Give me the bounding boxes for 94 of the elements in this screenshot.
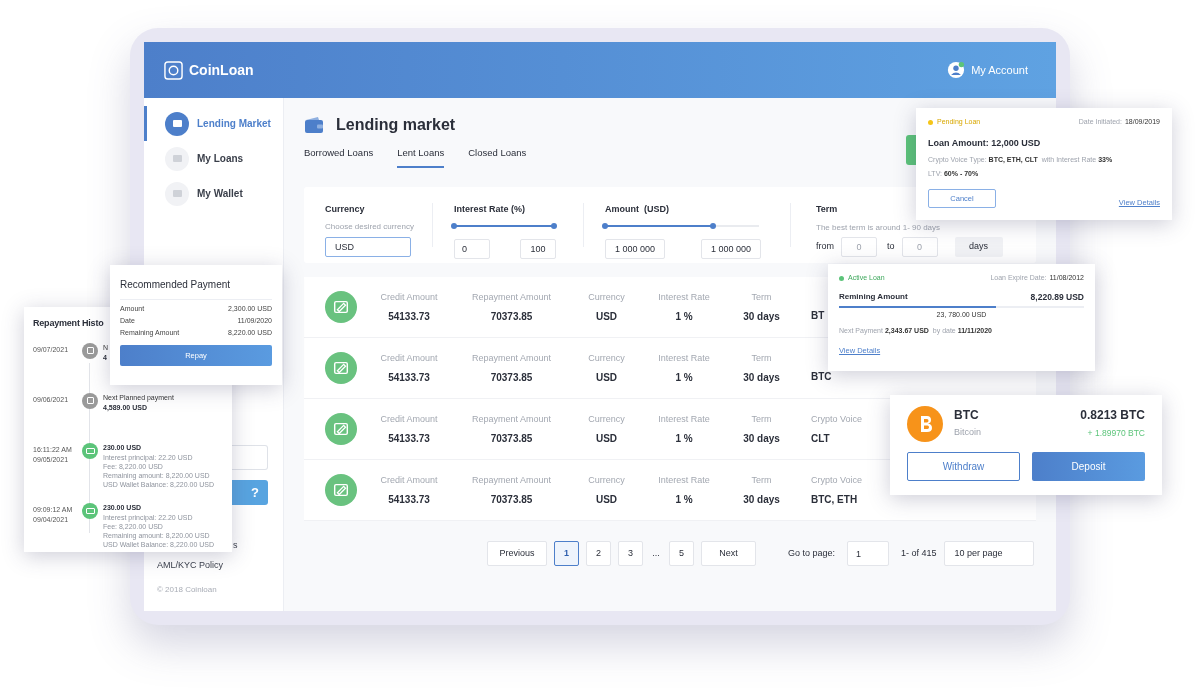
remaining-label: Remining Amount	[839, 290, 908, 303]
cell-value: 30 days	[743, 371, 780, 385]
card-title: Recommended Payment	[120, 277, 272, 300]
cell-value: 1 %	[675, 310, 693, 324]
cell-value: 1 %	[675, 432, 693, 446]
min-field[interactable]: 0	[454, 238, 490, 259]
cell-label: Term	[751, 351, 772, 365]
cell-label: Term	[751, 290, 772, 304]
from-field[interactable]: 0	[841, 236, 877, 257]
max-field[interactable]: 1 000 000	[701, 238, 761, 259]
to-field[interactable]: 0	[901, 236, 938, 257]
filter-label: Amount (USD)	[605, 203, 670, 217]
to-label: to	[887, 240, 895, 253]
cell-value: 1 %	[675, 371, 693, 385]
per-page-select[interactable]: 10 per page	[943, 541, 1034, 567]
cell-value: USD	[595, 371, 618, 385]
sidebar-link[interactable]: AML/KYC Policy	[157, 558, 224, 572]
unit-select[interactable]: days	[954, 236, 1003, 257]
cell-value: 54133.73	[388, 310, 430, 324]
cell-value: USD	[595, 493, 618, 507]
cell-label: Repayment Amount	[471, 351, 551, 365]
cell-label: Crypto Voice	[811, 412, 863, 426]
tab[interactable]: Lent Loans	[397, 146, 445, 169]
cell-label: Repayment Amount	[471, 412, 551, 426]
cell-label: Interest Rate	[658, 351, 710, 365]
cell-label: Crypto Voice	[811, 473, 863, 487]
cell-value: USD	[595, 310, 618, 324]
cell-label: Interest Rate	[658, 290, 710, 304]
max-field[interactable]: 100	[520, 238, 556, 259]
sidebar-item[interactable]: Lending Market	[144, 106, 283, 141]
cell-value: 54133.73	[388, 432, 430, 446]
sidebar-link[interactable]: s	[233, 539, 238, 553]
remaining-value: 8,220.89 USD	[1030, 290, 1084, 304]
cell-label: Repayment Amount	[471, 290, 551, 304]
page-button[interactable]: 2	[586, 541, 611, 567]
cell-value: 70373.85	[490, 432, 533, 446]
coin-name: Bitcoin	[954, 426, 981, 439]
logo-text: CoinLoan	[189, 60, 254, 80]
sidebar-item[interactable]: My Wallet	[144, 176, 283, 211]
coin-symbol: BTC	[954, 407, 980, 424]
min-field[interactable]: 1 000 000	[605, 238, 665, 259]
cell-value: CLT	[811, 432, 830, 446]
range-text: 1- of 415	[901, 547, 937, 560]
cell-value: BTC, ETH	[811, 493, 858, 507]
cell-value: 70373.85	[490, 310, 533, 324]
page-button[interactable]: 1	[554, 541, 579, 567]
cell-label: Credit Amount	[380, 412, 438, 426]
cell-label: Currency	[588, 351, 625, 365]
cell-label: Interest Rate	[658, 412, 710, 426]
cell-label: Currency	[588, 412, 625, 426]
balance-change: + 1.89970 BTC	[1087, 427, 1145, 440]
pagination-ellipsis: ...	[651, 547, 661, 560]
from-label: from	[816, 240, 834, 253]
cell-label: Credit Amount	[380, 290, 438, 304]
filter-hint: Choose desired currency	[325, 220, 415, 233]
cell-value: 70373.85	[490, 371, 533, 385]
cell-value: 70373.85	[490, 493, 533, 507]
tab[interactable]: Closed Loans	[468, 146, 527, 169]
page-button[interactable]: 5	[669, 541, 694, 567]
currency-field[interactable]: USD	[325, 236, 411, 257]
previous-button[interactable]: Previous	[487, 541, 547, 567]
cell-value: 1 %	[675, 493, 693, 507]
cell-value: 54133.73	[388, 493, 430, 507]
loan-amount: Loan Amount: 12,000 USD	[928, 136, 1041, 150]
filter-label: Interest Rate (%)	[454, 203, 526, 217]
cell-label: Repayment Amount	[471, 473, 551, 487]
cell-label: Term	[751, 412, 772, 426]
cell-label: Interest Rate	[658, 473, 710, 487]
cell-label: Currency	[588, 473, 625, 487]
cell-value: BT	[811, 308, 825, 323]
cell-label: Term	[751, 473, 772, 487]
cell-value: 30 days	[743, 310, 780, 324]
cell-value: USD	[595, 432, 618, 446]
page-title: Lending market	[336, 115, 456, 135]
copyright-text: © 2018 Coinloan	[157, 584, 217, 596]
cell-value: 30 days	[743, 432, 780, 446]
cell-label: Credit Amount	[380, 351, 438, 365]
cell-value: BTC	[811, 369, 832, 384]
card-title: Repayment Histo	[33, 317, 104, 330]
coin-balance: 0.8213 BTC	[1080, 407, 1145, 424]
goto-label: Go to page:	[788, 547, 836, 560]
sidebar-item[interactable]: My Loans	[144, 141, 283, 176]
tab[interactable]: Borrowed Loans	[304, 146, 374, 169]
cell-label: Currency	[588, 290, 625, 304]
cell-value: 30 days	[743, 493, 780, 507]
withdraw-button[interactable]: Withdraw	[907, 452, 1020, 481]
filter-label: Term	[816, 203, 838, 217]
filter-hint: The best term is around 1- 90 days	[816, 221, 941, 234]
next-button[interactable]: Next	[701, 541, 756, 567]
filter-label: Currency	[325, 203, 366, 217]
cell-label: Credit Amount	[380, 473, 438, 487]
cell-value: 54133.73	[388, 371, 430, 385]
page-button[interactable]: 3	[618, 541, 643, 567]
page-field[interactable]: 1	[847, 541, 890, 567]
